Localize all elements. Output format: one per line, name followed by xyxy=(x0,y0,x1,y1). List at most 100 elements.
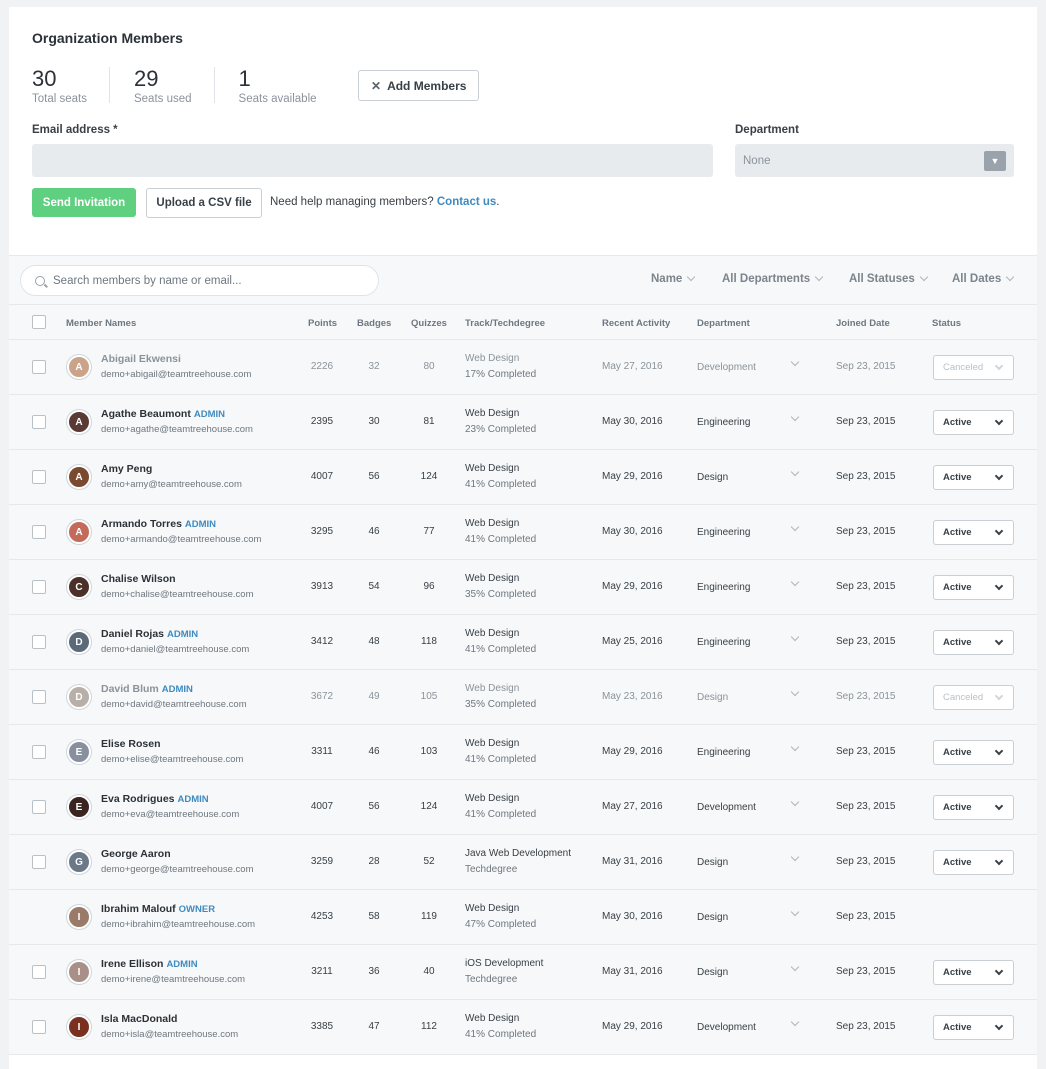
member-name[interactable]: Agathe Beaumont ADMIN xyxy=(101,408,225,420)
row-checkbox[interactable] xyxy=(32,690,46,704)
all-statuses-label: All Statuses xyxy=(849,273,915,285)
row-checkbox[interactable] xyxy=(32,470,46,484)
row-checkbox[interactable] xyxy=(32,800,46,814)
row-checkbox[interactable] xyxy=(32,1020,46,1034)
department-value[interactable]: Engineering xyxy=(697,747,750,758)
send-invitation-button[interactable]: Send Invitation xyxy=(32,188,136,217)
chevron-down-icon[interactable] xyxy=(790,687,800,697)
chevron-down-icon[interactable] xyxy=(790,522,800,532)
points-value: 3913 xyxy=(310,581,334,592)
chevron-down-icon[interactable] xyxy=(790,852,800,862)
avatar: D xyxy=(67,685,91,709)
row-checkbox[interactable] xyxy=(32,965,46,979)
member-name[interactable]: Irene Ellison ADMIN xyxy=(101,958,198,970)
member-name[interactable]: Chalise Wilson xyxy=(101,573,176,585)
row-checkbox[interactable] xyxy=(32,580,46,594)
chevron-down-icon[interactable] xyxy=(790,412,800,422)
member-email: demo+isla@teamtreehouse.com xyxy=(101,1029,239,1040)
col-member-names[interactable]: Member Names xyxy=(66,318,136,329)
col-badges[interactable]: Badges xyxy=(357,318,391,329)
member-name[interactable]: Abigail Ekwensi xyxy=(101,353,181,365)
department-value[interactable]: Design xyxy=(697,857,728,868)
all-departments-dropdown[interactable]: All Departments xyxy=(722,272,824,285)
status-select[interactable]: Active xyxy=(933,740,1014,765)
row-checkbox[interactable] xyxy=(32,855,46,869)
chevron-down-icon[interactable] xyxy=(790,357,800,367)
avatar: D xyxy=(67,630,91,654)
table-row: A Abigail Ekwensi demo+abigail@teamtreeh… xyxy=(9,340,1037,395)
stat-value: 1 xyxy=(238,66,251,91)
status-select[interactable]: Active xyxy=(933,795,1014,820)
all-dates-dropdown[interactable]: All Dates xyxy=(952,272,1015,285)
col-recent-activity[interactable]: Recent Activity xyxy=(602,318,670,329)
search-input[interactable]: Search members by name or email... xyxy=(20,265,379,296)
row-checkbox[interactable] xyxy=(32,635,46,649)
table-row: D Daniel Rojas ADMIN demo+daniel@teamtree… xyxy=(9,615,1037,670)
status-select[interactable]: Active xyxy=(933,465,1014,490)
chevron-down-icon[interactable] xyxy=(790,962,800,972)
upload-csv-button[interactable]: Upload a CSV file xyxy=(146,188,262,218)
department-value[interactable]: Engineering xyxy=(697,637,750,648)
member-name[interactable]: David Blum ADMIN xyxy=(101,683,193,695)
row-checkbox[interactable] xyxy=(32,745,46,759)
chevron-down-icon[interactable] xyxy=(790,467,800,477)
status-select[interactable]: Active xyxy=(933,520,1014,545)
member-name[interactable]: Isla MacDonald xyxy=(101,1013,177,1025)
row-checkbox[interactable] xyxy=(32,415,46,429)
row-checkbox[interactable] xyxy=(32,360,46,374)
department-value[interactable]: Development xyxy=(697,362,756,373)
track-progress: 17% Completed xyxy=(465,369,537,380)
chevron-down-icon[interactable] xyxy=(790,632,800,642)
add-members-button[interactable]: ✕ Add Members xyxy=(358,70,480,101)
status-select[interactable]: Active xyxy=(933,410,1014,435)
member-name[interactable]: Amy Peng xyxy=(101,463,152,475)
department-value[interactable]: Design xyxy=(697,912,728,923)
department-value[interactable]: Design xyxy=(697,472,728,483)
col-quizzes[interactable]: Quizzes xyxy=(411,318,447,329)
chevron-down-icon[interactable] xyxy=(790,907,800,917)
status-select[interactable]: Active xyxy=(933,1015,1014,1040)
col-track[interactable]: Track/Techdegree xyxy=(465,318,545,329)
member-name[interactable]: Eva Rodrigues ADMIN xyxy=(101,793,209,805)
member-name[interactable]: Daniel Rojas ADMIN xyxy=(101,628,198,640)
col-department[interactable]: Department xyxy=(697,318,750,329)
member-name[interactable]: Ibrahim Malouf OWNER xyxy=(101,903,215,915)
department-value[interactable]: Engineering xyxy=(697,417,750,428)
member-name[interactable]: George Aaron xyxy=(101,848,171,860)
status-select[interactable]: Canceled xyxy=(933,355,1014,380)
contact-us-link[interactable]: Contact us xyxy=(437,196,496,208)
status-select[interactable]: Active xyxy=(933,960,1014,985)
points-value: 3672 xyxy=(310,691,334,702)
department-value[interactable]: Development xyxy=(697,1022,756,1033)
col-points[interactable]: Points xyxy=(308,318,337,329)
member-name[interactable]: Elise Rosen xyxy=(101,738,161,750)
status-select[interactable]: Active xyxy=(933,575,1014,600)
department-value[interactable]: Engineering xyxy=(697,582,750,593)
chevron-down-icon xyxy=(814,272,824,282)
col-status[interactable]: Status xyxy=(932,318,961,329)
status-select[interactable]: Canceled xyxy=(933,685,1014,710)
row-checkbox[interactable] xyxy=(32,525,46,539)
member-name[interactable]: Armando Torres ADMIN xyxy=(101,518,216,530)
status-value: Active xyxy=(943,1022,972,1033)
chevron-down-icon[interactable] xyxy=(790,742,800,752)
email-field[interactable] xyxy=(32,144,713,177)
joined-date: Sep 23, 2015 xyxy=(836,581,896,592)
department-value[interactable]: Design xyxy=(697,692,728,703)
chevron-down-icon[interactable] xyxy=(790,1017,800,1027)
department-value[interactable]: Engineering xyxy=(697,527,750,538)
avatar: A xyxy=(67,410,91,434)
status-select[interactable]: Active xyxy=(933,850,1014,875)
avatar: A xyxy=(67,520,91,544)
col-joined-date[interactable]: Joined Date xyxy=(836,318,890,329)
all-dates-label: All Dates xyxy=(952,273,1002,285)
select-all-checkbox[interactable] xyxy=(32,315,46,329)
status-select[interactable]: Active xyxy=(933,630,1014,655)
chevron-down-icon[interactable] xyxy=(790,577,800,587)
chevron-down-icon[interactable] xyxy=(790,797,800,807)
department-value[interactable]: Design xyxy=(697,967,728,978)
department-select[interactable]: None ▼ xyxy=(735,144,1014,177)
department-value[interactable]: Development xyxy=(697,802,756,813)
sort-name-dropdown[interactable]: Name xyxy=(651,272,696,285)
all-statuses-dropdown[interactable]: All Statuses xyxy=(849,272,929,285)
